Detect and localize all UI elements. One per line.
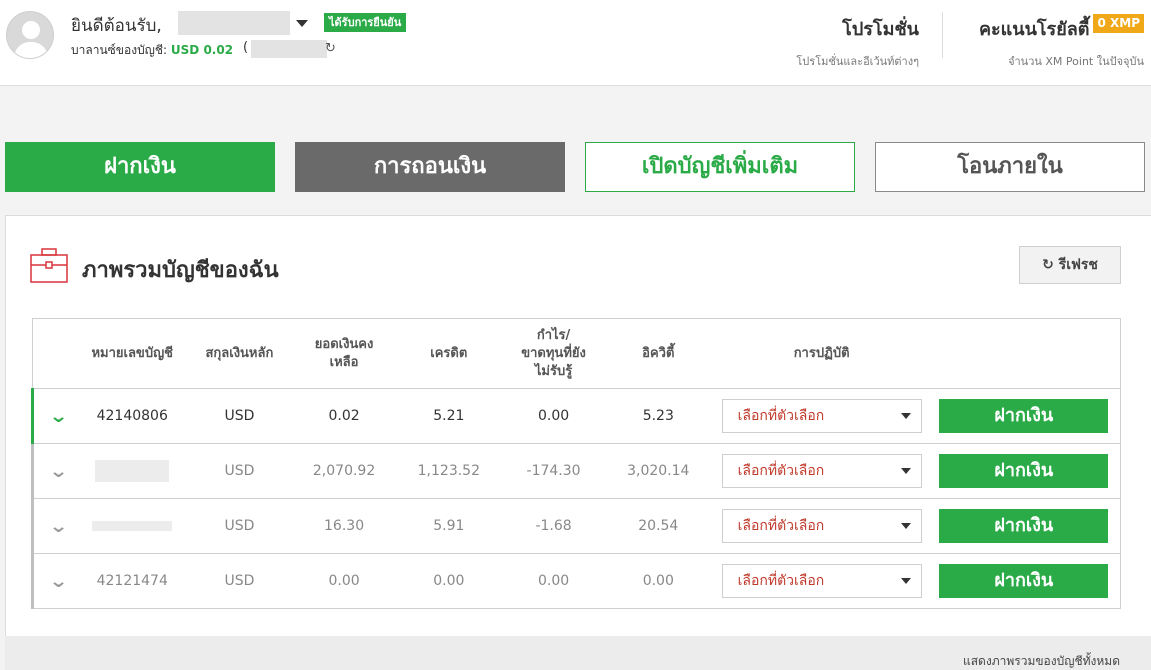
account-overview-panel: ภาพรวมบัญชีของฉัน ↻ รีเฟรช หมายเลขบัญชี … [5,215,1151,670]
currency: USD [182,498,297,554]
refresh-button[interactable]: ↻ รีเฟรช [1019,246,1121,284]
action-select-label: เลือกที่ตัวเลือก [737,408,825,424]
col-balance: ยอดเงินคงเหลือ [296,318,392,389]
action-select[interactable]: เลือกที่ตัวเลือก [721,509,922,543]
loyalty-link[interactable]: คะแนนโรยัลตี้ 0 XMP จำนวน XM Point ในปัจจ… [979,14,1144,70]
balance-paren: ( [243,40,249,55]
balance: 2,070.92 [296,443,392,499]
pnl: 0.00 [506,388,601,444]
show-all-accounts-link[interactable]: แสดงภาพรวมของบัญชีทั้งหมด [963,652,1120,670]
col-credit: เครดิต [391,318,507,389]
action-select-label: เลือกที่ตัวเลือก [737,573,825,589]
chevron-down-icon[interactable]: ⌄ [48,406,68,427]
col-expand [32,318,83,389]
equity: 20.54 [600,498,716,554]
promotions-link[interactable]: โปรโมชั่น โปรโมชั่นและอีเว้นท์ต่างๆ [796,14,919,70]
credit: 5.21 [391,388,507,444]
overview-title: ภาพรวมบัญชีของฉัน [82,258,279,283]
caret-down-icon[interactable] [296,20,308,27]
accounts-table: หมายเลขบัญชี สกุลเงินหลัก ยอดเงินคงเหลือ… [31,318,1121,609]
chevron-down-icon[interactable]: ⌄ [48,516,68,537]
col-actions: การปฏิบัติ [715,318,928,389]
action-select-label: เลือกที่ตัวเลือก [737,518,825,534]
row-deposit-button[interactable]: ฝากเงิน [939,564,1109,598]
account-number: 42140806 [82,388,183,444]
top-header: ยินดีต้อนรับ, ได้รับการยืนยัน บาลานซ์ของ… [0,0,1151,86]
caret-down-icon [900,468,911,474]
username-redacted [178,11,290,35]
caret-down-icon [900,413,911,419]
currency: USD [182,553,297,609]
credit: 5.91 [391,498,507,554]
currency: USD [182,443,297,499]
col-pnl: กำไร/ขาดทุนที่ยังไม่รับรู้ [506,318,601,389]
open-account-button[interactable]: เปิดบัญชีเพิ่มเติม [585,142,855,192]
balance-label: บาลานซ์ของบัญชี: [71,43,168,57]
header-divider [942,12,943,58]
balance-value: USD 0.02 [170,43,234,57]
pnl: -1.68 [506,498,601,554]
col-account: หมายเลขบัญชี [82,318,183,389]
caret-down-icon [900,523,911,529]
col-equity: อิควิตี้ [600,318,716,389]
refresh-icon: ↻ [1042,257,1054,273]
balance-redacted [251,40,327,58]
balance-line: บาลานซ์ของบัญชี: USD 0.02 [71,41,233,60]
account-number [82,498,183,554]
balance: 16.30 [296,498,392,554]
loyalty-subtitle: จำนวน XM Point ในปัจจุบัน [1008,55,1144,68]
row-deposit-button[interactable]: ฝากเงิน [939,399,1109,433]
welcome-text: ยินดีต้อนรับ, [71,16,162,36]
xmp-badge: 0 XMP [1093,14,1144,33]
account-number: 42121474 [82,553,183,609]
pnl: 0.00 [506,553,601,609]
col-currency: สกุลเงินหลัก [182,318,297,389]
promo-title: โปรโมชั่น [842,19,919,40]
chevron-down-icon[interactable]: ⌄ [48,461,68,482]
account-redacted [92,521,173,531]
table-row: ⌄ 42140806 USD 0.02 5.21 0.00 5.23 เลือก… [31,388,1121,444]
currency: USD [182,388,297,444]
deposit-button[interactable]: ฝากเงิน [5,142,275,192]
row-deposit-button[interactable]: ฝากเงิน [939,454,1109,488]
briefcase-icon [30,247,68,287]
loyalty-title: คะแนนโรยัลตี้ [978,19,1090,40]
row-deposit-button[interactable]: ฝากเงิน [939,509,1109,543]
account-number [82,443,183,499]
table-row: ⌄ USD 2,070.92 1,123.52 -174.30 3,020.14… [31,443,1121,499]
action-select-label: เลือกที่ตัวเลือก [737,463,825,479]
credit: 0.00 [391,553,507,609]
caret-down-icon [900,578,911,584]
col-deposit [927,318,1121,389]
refresh-icon[interactable]: ↻ [325,41,336,56]
balance: 0.02 [296,388,392,444]
promo-subtitle: โปรโมชั่นและอีเว้นท์ต่างๆ [796,55,919,68]
action-select[interactable]: เลือกที่ตัวเลือก [721,564,922,598]
action-select[interactable]: เลือกที่ตัวเลือก [721,454,922,488]
internal-transfer-button[interactable]: โอนภายใน [875,142,1145,192]
table-row: ⌄ USD 16.30 5.91 -1.68 20.54 เลือกที่ตัว… [31,498,1121,554]
table-row: ⌄ 42121474 USD 0.00 0.00 0.00 0.00 เลือก… [31,553,1121,609]
account-redacted [95,460,170,482]
user-avatar-icon[interactable] [6,11,54,59]
table-header-row: หมายเลขบัญชี สกุลเงินหลัก ยอดเงินคงเหลือ… [32,318,1121,389]
refresh-label: รีเฟรช [1058,257,1098,273]
withdraw-button[interactable]: การถอนเงิน [295,142,565,192]
balance: 0.00 [296,553,392,609]
equity: 3,020.14 [600,443,716,499]
chevron-down-icon[interactable]: ⌄ [48,571,68,592]
equity: 5.23 [600,388,716,444]
action-select[interactable]: เลือกที่ตัวเลือก [721,399,922,433]
verified-badge: ได้รับการยืนยัน [324,13,407,32]
pnl: -174.30 [506,443,601,499]
credit: 1,123.52 [391,443,507,499]
equity: 0.00 [600,553,716,609]
